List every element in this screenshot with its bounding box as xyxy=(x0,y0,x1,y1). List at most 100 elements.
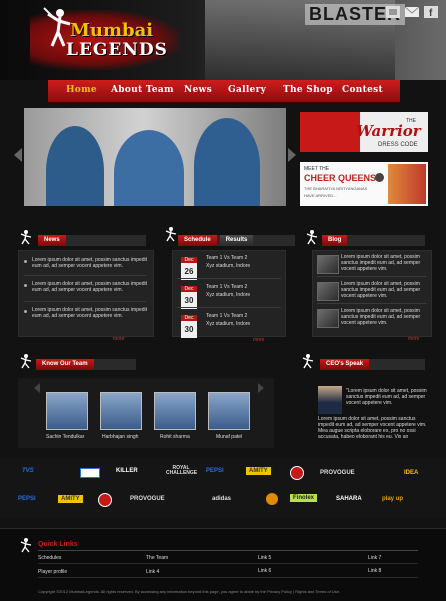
schedule-venue: Xyz stadium, Indore xyxy=(206,263,251,269)
cricketer-icon xyxy=(20,354,32,369)
nav-item-gallery[interactable]: Gallery xyxy=(228,85,266,95)
quick-link[interactable]: Link 6 xyxy=(258,568,271,574)
promo-warrior-line2: Warrior xyxy=(356,122,421,140)
sponsor-logo[interactable] xyxy=(98,493,112,507)
sponsor-logo[interactable] xyxy=(266,493,278,505)
quick-links-title: Quick Links xyxy=(38,541,78,548)
sponsor-logo[interactable]: PROVOGUE xyxy=(320,470,355,476)
quick-link[interactable]: Link 8 xyxy=(368,568,381,574)
main-nav: Home About Team News Gallery The Shop Co… xyxy=(48,80,400,103)
blog-thumbnail[interactable] xyxy=(317,255,339,274)
hero-player-2 xyxy=(114,130,184,206)
news-title: News xyxy=(38,234,66,246)
sponsor-logo[interactable]: adidas xyxy=(212,496,231,502)
blog-more-link[interactable]: more xyxy=(408,336,419,342)
quick-link[interactable]: Link 7 xyxy=(368,555,381,561)
cheer-queens-image xyxy=(388,164,426,204)
mail-icon[interactable] xyxy=(405,6,419,18)
schedule-venue: Xyz stadium, Indore xyxy=(206,292,251,298)
schedule-teams[interactable]: Team 1 Vs Team 2 xyxy=(206,313,247,319)
tab-results[interactable]: Results xyxy=(219,234,254,246)
news-item[interactable]: Lorem ipsum dolor sit amet, possim sanct… xyxy=(32,307,148,319)
quick-link[interactable]: Link 5 xyxy=(258,555,271,561)
logo-text-legends[interactable]: LEGENDS xyxy=(66,40,168,60)
blog-thumbnail[interactable] xyxy=(317,309,339,328)
sponsor-logo[interactable] xyxy=(80,468,100,478)
logo-text-mumbai[interactable]: Mumbai xyxy=(70,20,153,41)
promo-cheer-line1: MEET THE xyxy=(304,166,330,172)
sponsor-logo[interactable]: TVS xyxy=(22,468,34,474)
date-badge: Dec 30 xyxy=(181,286,197,309)
promo-cheer-line2: CHEER QUEENS xyxy=(304,173,377,183)
sponsor-logo[interactable]: IDEA xyxy=(404,470,418,476)
sponsor-logo[interactable]: ROYAL CHALLENGE xyxy=(166,466,197,476)
ceo-heading: CEO's Speak xyxy=(320,358,426,370)
sponsor-logo[interactable]: AMITY xyxy=(58,495,83,503)
nav-item-contest[interactable]: Contest xyxy=(342,85,383,95)
team-heading: Know Our Team xyxy=(36,358,136,370)
promo-cheer-line4: HAVE ARRIVED... xyxy=(304,193,337,198)
quick-link[interactable]: The Team xyxy=(146,555,168,561)
team-member-photo[interactable] xyxy=(46,392,88,430)
blog-thumbnail[interactable] xyxy=(317,282,339,301)
blog-item[interactable]: Lorem ipsum dolor sit amet, possim sanct… xyxy=(341,254,429,272)
facebook-icon[interactable]: f xyxy=(424,6,438,18)
ceo-title: CEO's Speak xyxy=(320,358,370,370)
ceo-quote: "Lorem ipsum dolor sit amet, possim sanc… xyxy=(346,388,427,406)
schedule-teams[interactable]: Team 1 Vs Team 2 xyxy=(206,284,247,290)
cricketer-icon xyxy=(20,538,32,553)
team-prev-arrow[interactable] xyxy=(34,383,40,393)
team-member-name[interactable]: Sachin Tendulkar xyxy=(46,434,84,440)
ceo-body: Lorem ipsum dolor sit amet, possim sanct… xyxy=(318,416,427,440)
nav-item-about-team[interactable]: About Team xyxy=(111,85,174,95)
schedule-more-link[interactable]: more xyxy=(253,337,264,343)
schedule-teams[interactable]: Team 1 Vs Team 2 xyxy=(206,255,247,261)
cricketer-icon xyxy=(302,354,314,369)
schedule-heading: Schedule Results xyxy=(178,234,296,246)
blog-title: Blog xyxy=(322,234,348,246)
tab-schedule[interactable]: Schedule xyxy=(178,234,217,246)
team-member-photo[interactable] xyxy=(100,392,142,430)
date-badge: Dec 30 xyxy=(181,315,197,338)
cricketer-icon xyxy=(20,230,32,245)
sponsor-logo[interactable]: SAHARA xyxy=(336,496,362,502)
blog-item[interactable]: Lorem ipsum dolor sit amet, possim sanct… xyxy=(341,308,429,326)
rss-icon[interactable] xyxy=(386,6,400,18)
nav-item-news[interactable]: News xyxy=(184,85,212,95)
sponsor-logo[interactable]: PROVOGUE xyxy=(130,496,165,502)
date-badge: Dec 26 xyxy=(181,257,197,280)
quick-link[interactable]: Schedules xyxy=(38,555,61,561)
sponsor-logo[interactable]: KILLER xyxy=(116,468,138,474)
team-member-name[interactable]: Rohit sharma xyxy=(160,434,190,440)
sponsor-logo[interactable]: Finolex xyxy=(290,494,318,502)
quick-link[interactable]: Player profile xyxy=(38,569,67,575)
sponsor-logo[interactable]: play up xyxy=(382,496,403,502)
team-member-photo[interactable] xyxy=(154,392,196,430)
quick-link[interactable]: Link 4 xyxy=(146,569,159,575)
sponsor-logo[interactable]: AMITY xyxy=(246,467,271,475)
nav-item-home[interactable]: Home xyxy=(66,85,97,95)
nav-item-the-shop[interactable]: The Shop xyxy=(283,85,333,95)
team-member-photo[interactable] xyxy=(208,392,250,430)
site-header: BLASTER Mumbai LEGENDS f xyxy=(0,0,446,80)
slider-prev-arrow[interactable] xyxy=(14,148,22,162)
team-member-name[interactable]: Munaf patel xyxy=(216,434,242,440)
sponsor-logo[interactable]: PEPSI xyxy=(18,496,36,502)
hero-player-3 xyxy=(194,118,260,206)
blog-item[interactable]: Lorem ipsum dolor sit amet, possim sanct… xyxy=(341,281,429,299)
news-item[interactable]: Lorem ipsum dolor sit amet, possim sanct… xyxy=(32,281,148,293)
promo-warrior[interactable]: THE Warrior DRESS CODE xyxy=(300,112,428,152)
promo-cheer-queens[interactable]: MEET THE CHEER QUEENS THE BHARATIYA NRIT… xyxy=(300,162,428,206)
sponsor-logo[interactable] xyxy=(290,466,304,480)
news-item[interactable]: Lorem ipsum dolor sit amet, possim sanct… xyxy=(32,257,148,269)
cricketer-icon xyxy=(306,230,318,245)
slider-next-arrow[interactable] xyxy=(288,148,296,162)
hero-slider[interactable] xyxy=(24,108,286,206)
hero-player-1 xyxy=(46,126,104,206)
sponsor-logo[interactable]: PEPSI xyxy=(206,468,224,474)
team-member-name[interactable]: Harbhajan singh xyxy=(102,434,138,440)
news-more-link[interactable]: more xyxy=(113,336,124,342)
sponsors-strip xyxy=(0,458,446,518)
team-next-arrow[interactable] xyxy=(258,383,264,393)
site-footer: Quick Links Schedules Player profile The… xyxy=(0,528,446,601)
